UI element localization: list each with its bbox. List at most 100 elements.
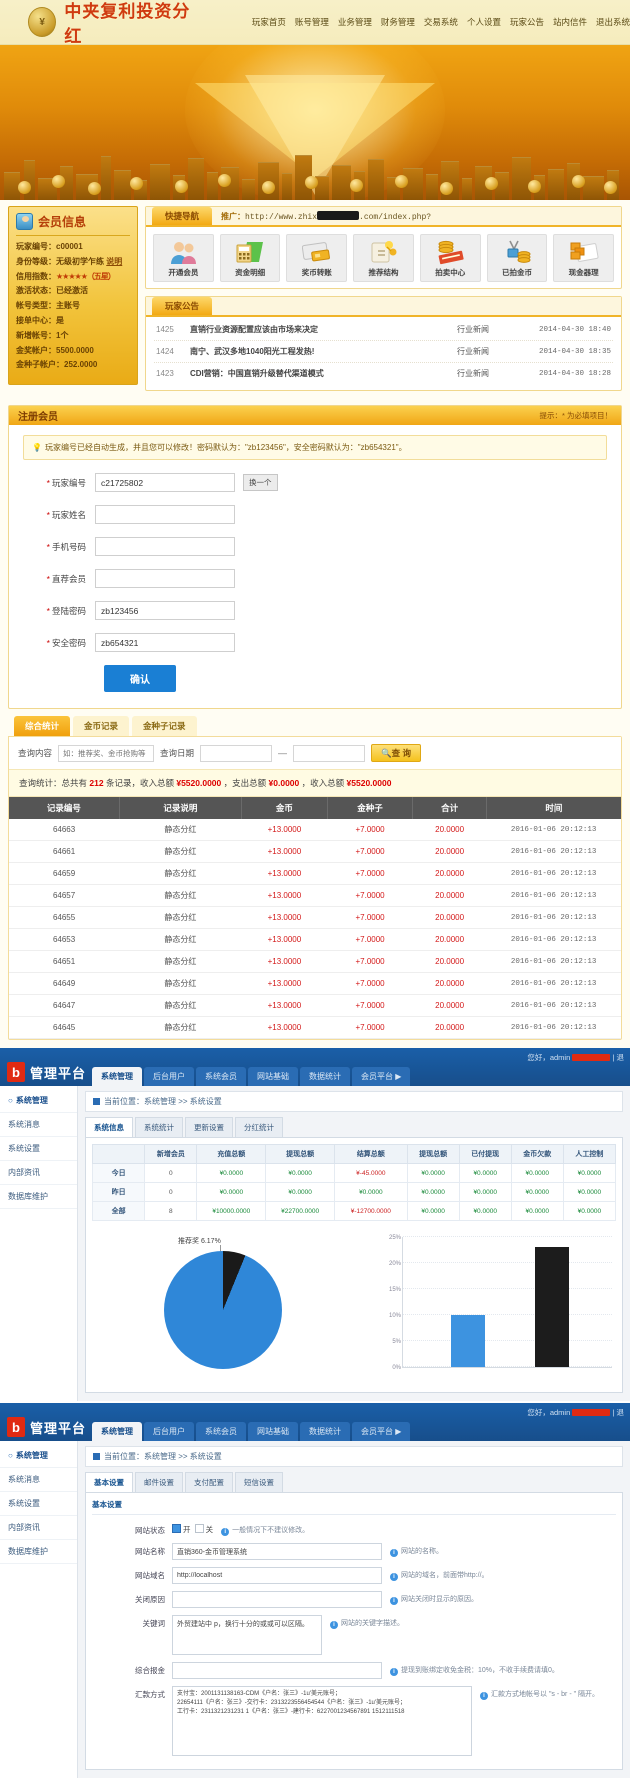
referrer-input[interactable] xyxy=(95,569,235,588)
admin2-logo[interactable]: b 管理平台 xyxy=(0,1417,92,1441)
sidebar-item-system-message[interactable]: 系统消息 xyxy=(0,1113,77,1137)
notice-title[interactable]: CDI营销：中国直销升级替代渠道模式 xyxy=(190,368,457,379)
confirm-button[interactable]: 确认 xyxy=(104,665,176,692)
date-to-input[interactable] xyxy=(293,744,366,762)
admin2-tab-2[interactable]: 系统会员 xyxy=(196,1422,247,1441)
notice-row[interactable]: 1425 直销行业资源配置应该由市场来决定 行业新闻 2014-04-30 18… xyxy=(154,319,613,341)
remittance-textarea[interactable]: 支付宝：2001131138163-CDM《户名：张三》-1u'美元账号； 22… xyxy=(172,1686,472,1756)
close-reason-input[interactable] xyxy=(172,1591,382,1608)
phone-input[interactable] xyxy=(95,537,235,556)
tab-comprehensive-stats[interactable]: 综合统计 xyxy=(14,716,71,736)
admin2-tab-3[interactable]: 网站基础 xyxy=(248,1422,299,1441)
admin1-tab-5[interactable]: 会员平台 ▶ xyxy=(352,1067,411,1086)
subtab-dividend-stats[interactable]: 分红统计 xyxy=(235,1117,283,1137)
admin1-tab-2[interactable]: 系统会员 xyxy=(196,1067,247,1086)
nav-item-5[interactable]: 个人设置 xyxy=(467,16,501,28)
quicknav-item-4[interactable]: 拍卖中心 xyxy=(419,234,481,282)
subtab-basic-settings[interactable]: 基本设置 xyxy=(85,1472,133,1492)
tab-coin-records[interactable]: 金币记录 xyxy=(73,716,130,736)
sidebar2-item-db-maintenance[interactable]: 数据库维护 xyxy=(0,1540,77,1564)
site-status-radios[interactable]: 开 关 xyxy=(172,1522,213,1535)
admin1-greeting-text: 您好，admin xyxy=(527,1053,571,1062)
admin2-tab-5[interactable]: 会员平台 ▶ xyxy=(352,1422,411,1441)
nav-item-8[interactable]: 退出系统 xyxy=(596,16,630,28)
promo-url-a: http://www.zhix xyxy=(245,212,318,222)
search-button[interactable]: 🔍查 询 xyxy=(371,744,421,762)
admin2-tab-4[interactable]: 数据统计 xyxy=(300,1422,351,1441)
tab-seed-records[interactable]: 金种子记录 xyxy=(132,716,197,736)
nav-item-2[interactable]: 业务管理 xyxy=(338,16,372,28)
redacted-domain xyxy=(317,210,360,220)
site-logo[interactable]: ¥ 中夹复利投资分红 xyxy=(0,0,200,47)
form-row-player-id: *玩家编号 换一个 xyxy=(23,473,607,492)
radio-on-icon[interactable] xyxy=(172,1524,181,1533)
sidebar2-item-system-settings[interactable]: 系统设置 xyxy=(0,1492,77,1516)
notice-title[interactable]: 直销行业资源配置应该由市场来决定 xyxy=(190,324,457,335)
keywords-textarea[interactable]: 外贸建站中 p，换行十分的或或可以区隔。 xyxy=(172,1615,322,1655)
date-from-input[interactable] xyxy=(200,744,273,762)
table-row[interactable]: 64655 静态分红 +13.0000 +7.0000 20.0000 2016-01-0… xyxy=(9,906,621,929)
subtab-sms-settings[interactable]: 短信设置 xyxy=(235,1472,283,1492)
admin1-tab-4[interactable]: 数据统计 xyxy=(300,1067,351,1086)
sidebar-item-internal-news[interactable]: 内部资讯 xyxy=(0,1161,77,1185)
quicknav-item-1[interactable]: 资金明细 xyxy=(219,234,281,282)
subtab-update-settings[interactable]: 更新设置 xyxy=(185,1117,233,1137)
nav-item-6[interactable]: 玩家公告 xyxy=(510,16,544,28)
cell-record-desc: 静态分红 xyxy=(119,884,242,907)
quicknav-item-2[interactable]: 奖币转账 xyxy=(286,234,348,282)
table-row[interactable]: 64653 静态分红 +13.0000 +7.0000 20.0000 2016-01-0… xyxy=(9,928,621,951)
level-explain-link[interactable]: 说明 xyxy=(106,257,122,266)
col-seed: 金种子 xyxy=(327,797,414,819)
commission-input[interactable] xyxy=(172,1662,382,1679)
site-domain-input[interactable] xyxy=(172,1567,382,1584)
radio-off-icon[interactable] xyxy=(194,1524,204,1533)
query-content-input[interactable] xyxy=(58,744,155,762)
sidebar-item-db-maintenance[interactable]: 数据库维护 xyxy=(0,1185,77,1209)
nav-item-0[interactable]: 玩家首页 xyxy=(252,16,286,28)
table-row[interactable]: 64659 静态分红 +13.0000 +7.0000 20.0000 2016-01-0… xyxy=(9,862,621,885)
login-password-input[interactable] xyxy=(95,601,235,620)
table-row[interactable]: 64663 静态分红 +13.0000 +7.0000 20.0000 2016-01-0… xyxy=(9,819,621,841)
quicknav-tab[interactable]: 快捷导航 xyxy=(152,207,213,225)
subtab-system-stats[interactable]: 系统统计 xyxy=(135,1117,183,1137)
sidebar2-item-internal-news[interactable]: 内部资讯 xyxy=(0,1516,77,1540)
admin1-tab-1[interactable]: 后台用户 xyxy=(144,1067,195,1086)
table-row[interactable]: 64647 静态分红 +13.0000 +7.0000 20.0000 2016-01-0… xyxy=(9,994,621,1017)
notice-row[interactable]: 1424 南宁、武汉多地1040阳光工程发热! 行业新闻 2014-04-30 … xyxy=(154,341,613,363)
subtab-system-info[interactable]: 系统信息 xyxy=(85,1117,133,1137)
sidebar-item-system-management[interactable]: ○ 系统管理 xyxy=(0,1089,77,1113)
admin1-tab-0[interactable]: 系统管理 xyxy=(92,1067,143,1086)
table-row[interactable]: 64657 静态分红 +13.0000 +7.0000 20.0000 2016-01-0… xyxy=(9,884,621,907)
table-row[interactable]: 64649 静态分红 +13.0000 +7.0000 20.0000 2016-01-0… xyxy=(9,972,621,995)
nav-item-1[interactable]: 账号管理 xyxy=(295,16,329,28)
nav-item-3[interactable]: 财务管理 xyxy=(381,16,415,28)
top-navigation[interactable]: 玩家首页 账号管理 业务管理 财务管理 交易系统 个人设置 玩家公告 站内信件 … xyxy=(252,16,630,28)
table-row[interactable]: 64645 静态分红 +13.0000 +7.0000 20.0000 2016-01-0… xyxy=(9,1016,621,1039)
regenerate-id-button[interactable]: 换一个 xyxy=(243,474,278,491)
subtab-payment-config[interactable]: 支付配置 xyxy=(185,1472,233,1492)
nav-item-7[interactable]: 站内信件 xyxy=(553,16,587,28)
sidebar2-item-system-management[interactable]: ○ 系统管理 xyxy=(0,1444,77,1468)
nav-item-4[interactable]: 交易系统 xyxy=(424,16,458,28)
quicknav-item-3[interactable]: 推荐结构 xyxy=(353,234,414,282)
site-name-input[interactable] xyxy=(172,1543,382,1560)
notice-title[interactable]: 南宁、武汉多地1040阳光工程发热! xyxy=(190,346,457,357)
player-name-input[interactable] xyxy=(95,505,235,524)
notice-row[interactable]: 1423 CDI营销：中国直销升级替代渠道模式 行业新闻 2014-04-30 … xyxy=(154,363,613,384)
admin1-sub-tabs: 系统信息 系统统计 更新设置 分红统计 xyxy=(85,1117,623,1137)
quicknav-item-6[interactable]: 现金器理 xyxy=(553,234,615,282)
admin1-tab-3[interactable]: 网站基础 xyxy=(248,1067,299,1086)
table-row[interactable]: 64661 静态分红 +13.0000 +7.0000 20.0000 2016-01-0… xyxy=(9,840,621,863)
quicknav-item-0[interactable]: 开通会员 xyxy=(153,234,214,282)
notice-tab[interactable]: 玩家公告 xyxy=(152,297,213,315)
sidebar2-item-system-message[interactable]: 系统消息 xyxy=(0,1468,77,1492)
table-row[interactable]: 64651 静态分红 +13.0000 +7.0000 20.0000 2016-01-0… xyxy=(9,950,621,973)
quicknav-item-5[interactable]: 已拍金币 xyxy=(486,234,548,282)
security-password-input[interactable] xyxy=(95,633,235,652)
subtab-email-settings[interactable]: 邮件设置 xyxy=(135,1472,183,1492)
admin1-logo[interactable]: b 管理平台 xyxy=(0,1062,92,1086)
player-id-input[interactable] xyxy=(95,473,235,492)
admin2-tab-1[interactable]: 后台用户 xyxy=(144,1422,195,1441)
sidebar-item-system-settings[interactable]: 系统设置 xyxy=(0,1137,77,1161)
admin2-tab-0[interactable]: 系统管理 xyxy=(92,1422,143,1441)
